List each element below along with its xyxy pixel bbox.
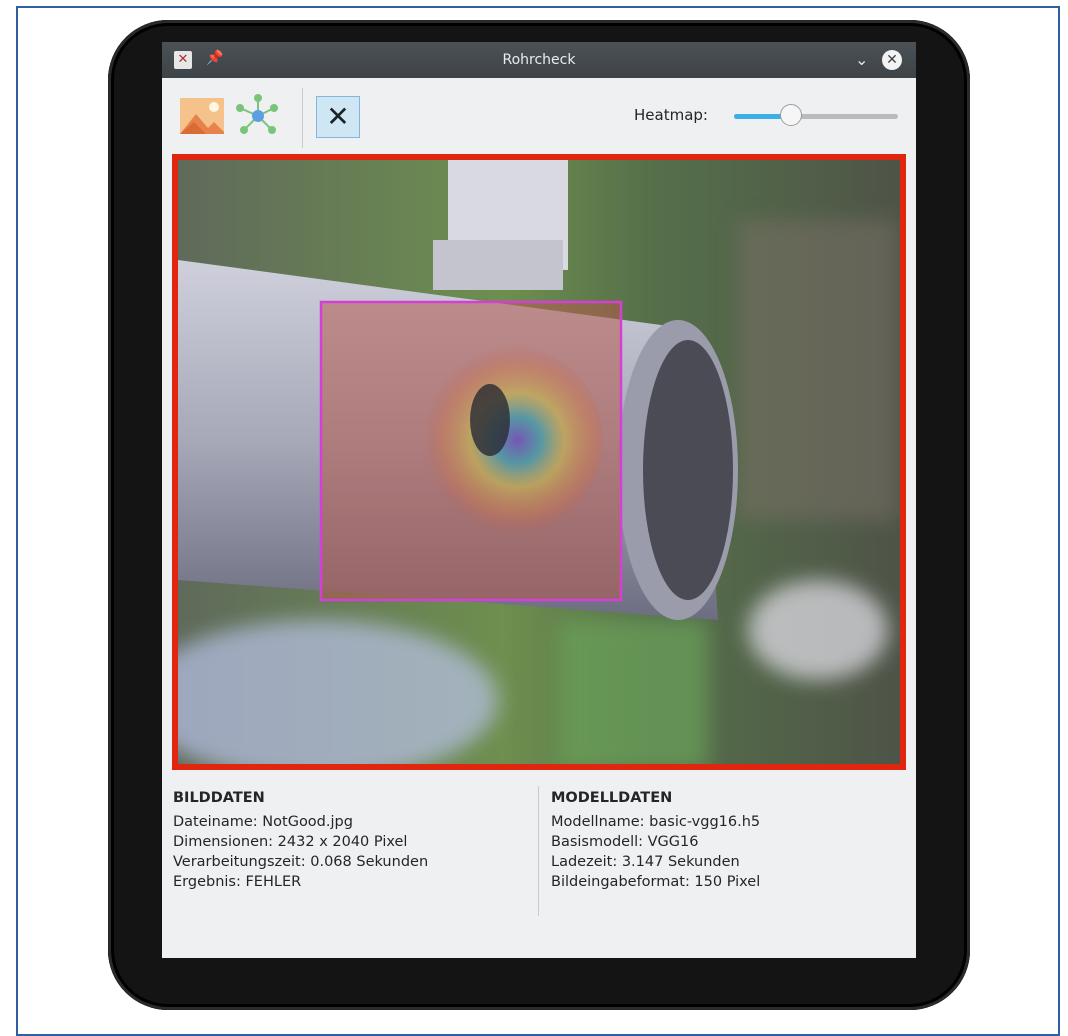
network-icon: [236, 94, 278, 134]
app-window: ✕ 📌 Rohrcheck ⌄ ✕ ✕ Heatmap: BILDDATEN D…: [162, 42, 916, 958]
open-image-button[interactable]: [178, 92, 226, 140]
heatmap-slider-handle[interactable]: [780, 104, 803, 126]
modelldaten-line: Bildeingabeformat: 150 Pixel: [551, 874, 761, 890]
window-title: Rohrcheck: [502, 52, 576, 68]
bilddaten-line: Dimensionen: 2432 x 2040 Pixel: [173, 834, 408, 850]
modelldaten-section: MODELLDATEN Modellname: basic-vgg16.h5 B…: [551, 790, 760, 892]
close-image-button[interactable]: ✕: [316, 96, 360, 138]
bilddaten-line: Dateiname: NotGood.jpg: [173, 814, 353, 830]
bilddaten-heading: BILDDATEN: [173, 790, 265, 806]
modelldaten-line: Modellname: basic-vgg16.h5: [551, 814, 761, 830]
modelldaten-heading: MODELLDATEN: [551, 790, 673, 806]
modelldaten-line: Ladezeit: 3.147 Sekunden: [551, 854, 740, 870]
image-icon: [180, 98, 224, 134]
toolbar: ✕ Heatmap:: [162, 78, 916, 162]
inspection-image: [178, 160, 900, 764]
heatmap-slider[interactable]: [734, 104, 898, 126]
info-separator: [538, 786, 539, 916]
bilddaten-line: Verarbeitungszeit: 0.068 Sekunden: [173, 854, 429, 870]
heatmap-label: Heatmap:: [634, 106, 708, 124]
close-icon: ✕: [326, 100, 350, 133]
info-panel: BILDDATEN Dateiname: NotGood.jpg Dimensi…: [162, 780, 916, 940]
bilddaten-line: Ergebnis: FEHLER: [173, 874, 302, 890]
close-window-button[interactable]: ✕: [882, 50, 902, 70]
bilddaten-section: BILDDATEN Dateiname: NotGood.jpg Dimensi…: [173, 790, 428, 892]
modelldaten-line: Basismodell: VGG16: [551, 834, 699, 850]
chevron-down-icon[interactable]: ⌄: [855, 50, 868, 69]
toolbar-separator: [302, 88, 303, 148]
title-bar: ✕ 📌 Rohrcheck ⌄ ✕: [162, 42, 916, 78]
image-viewer: [172, 154, 906, 770]
network-button[interactable]: [234, 92, 282, 140]
